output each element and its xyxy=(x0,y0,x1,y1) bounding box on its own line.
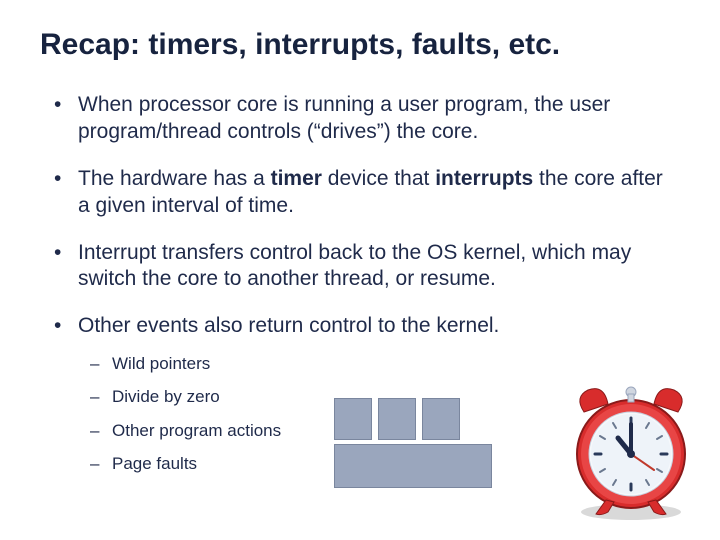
kernel-block xyxy=(334,444,492,488)
cores-row xyxy=(334,398,494,440)
bullet-2-part-a: The hardware has a xyxy=(78,167,271,190)
bullet-2-part-c: device that xyxy=(322,167,435,190)
sub-bullet-1: Wild pointers xyxy=(88,350,680,377)
bullet-2-bold-timer: timer xyxy=(271,167,322,190)
bullet-1: When processor core is running a user pr… xyxy=(50,92,680,146)
bullet-3: Interrupt transfers control back to the … xyxy=(50,240,680,294)
cores-kernel-figure xyxy=(334,398,494,488)
core-block-1 xyxy=(334,398,372,440)
alarm-clock-icon xyxy=(566,382,696,522)
core-block-2 xyxy=(378,398,416,440)
bullet-2-bold-interrupts: interrupts xyxy=(435,167,533,190)
core-block-3 xyxy=(422,398,460,440)
bullet-2: The hardware has a timer device that int… xyxy=(50,166,680,220)
slide-title: Recap: timers, interrupts, faults, etc. xyxy=(40,28,680,62)
bullet-4-text: Other events also return control to the … xyxy=(78,314,499,337)
